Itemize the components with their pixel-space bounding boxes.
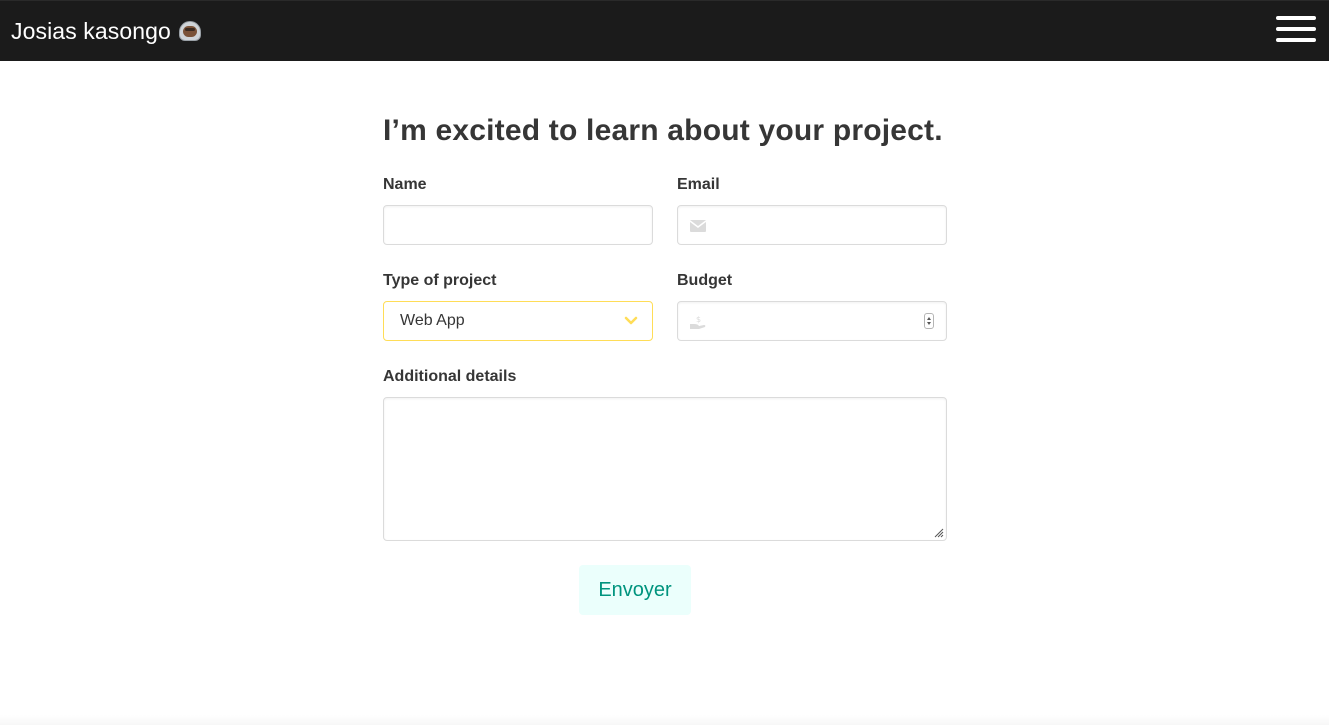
number-stepper[interactable] [924,313,934,329]
money-hand-icon: $ [690,315,706,329]
email-label: Email [677,176,720,193]
brand-name[interactable]: Josias kasongo [11,18,171,45]
chevron-down-icon [624,316,638,325]
name-field-wrapper [383,205,653,245]
budget-field[interactable] [678,302,946,340]
submit-button[interactable]: Envoyer [579,565,691,615]
envelope-icon [689,220,707,232]
budget-label: Budget [677,272,733,289]
brand[interactable]: Josias kasongo [11,18,202,45]
details-label: Additional details [383,368,517,385]
details-field-wrapper [383,397,947,541]
details-textarea[interactable] [384,398,946,540]
project-type-select[interactable]: Web App [383,301,653,341]
name-field[interactable] [384,206,652,244]
project-type-value: Web App [400,312,465,329]
budget-field-wrapper: $ [677,301,947,341]
top-navbar: Josias kasongo [0,0,1329,61]
astronaut-emoji-icon [178,20,202,44]
email-field-wrapper [677,205,947,245]
project-type-label: Type of project [383,272,497,289]
email-field[interactable] [678,206,946,244]
resize-handle-icon[interactable] [932,526,944,538]
page-bottom-edge [0,715,1329,725]
svg-text:$: $ [696,315,701,324]
hamburger-menu-icon[interactable] [1276,16,1316,42]
page-title: I’m excited to learn about your project. [383,114,943,147]
name-label: Name [383,176,427,193]
